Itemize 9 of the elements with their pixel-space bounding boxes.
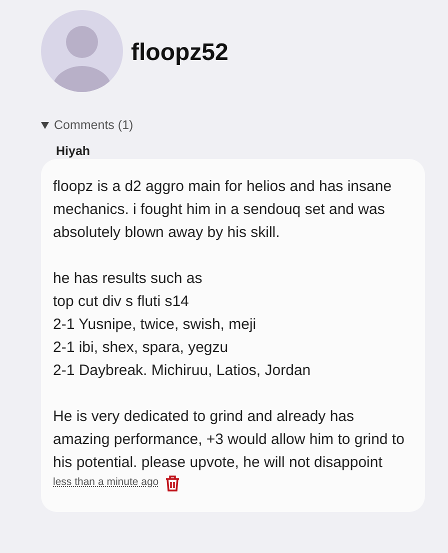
comment-author: Hiyah [56, 142, 90, 159]
timestamp: less than a minute ago [53, 475, 159, 490]
comment-text: He is very dedicated to grind and already has amazing performance, +3 would allow him to grind to his potential. please upvote, he will not disappoint [53, 406, 406, 473]
triangle-icon [41, 120, 49, 130]
comment-text: floopz is a d2 aggro main for helios and has insane mechanics. i fought him in a sendouq set and was absolutely blown away by his skill. [53, 176, 393, 243]
username: floopz52 [131, 38, 228, 68]
comments-toggle[interactable]: Comments (1) [41, 116, 134, 135]
delete-icon[interactable] [164, 474, 180, 492]
comment-text: he has results such as top cut div s fluti s14 2-1 Yusnipe, twice, swish, meji 2-1 ibi, shex, spara, yegzu 2-1 Daybreak. Michiruu, Latios, Jordan [53, 268, 312, 381]
